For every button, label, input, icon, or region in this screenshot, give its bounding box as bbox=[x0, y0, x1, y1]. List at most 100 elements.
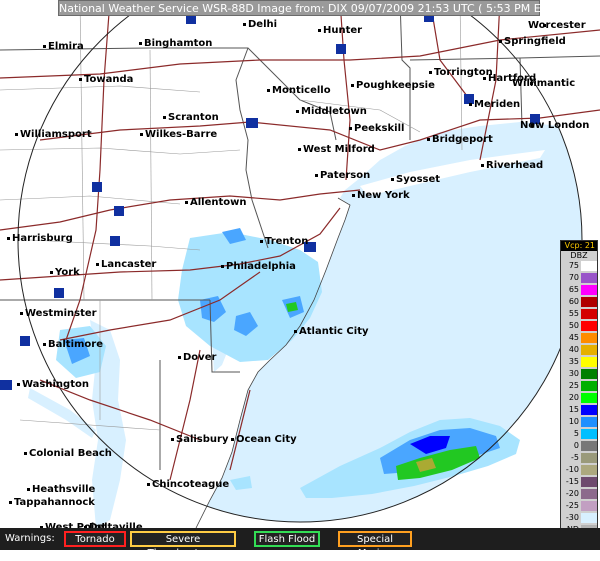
city-marker bbox=[427, 138, 430, 141]
warning-severe-thunderstorm-button[interactable]: Severe Thunderstorm bbox=[130, 531, 236, 559]
legend-level: -25 bbox=[561, 501, 597, 511]
city-label: Baltimore bbox=[48, 339, 104, 350]
legend-level-label: 50 bbox=[568, 321, 579, 330]
city-label: Towanda bbox=[84, 74, 134, 85]
legend-level-swatch bbox=[581, 489, 597, 499]
legend-level-swatch bbox=[581, 285, 597, 295]
city-marker bbox=[79, 78, 82, 81]
city-marker bbox=[50, 271, 53, 274]
legend-level-label: 20 bbox=[568, 393, 579, 402]
legend-level-swatch bbox=[581, 309, 597, 319]
warning-special-marine-button[interactable]: Special Marine bbox=[338, 531, 412, 559]
legend-level-label: 5 bbox=[573, 429, 579, 438]
city-label: Scranton bbox=[168, 112, 219, 123]
legend-level-label: -10 bbox=[565, 465, 579, 474]
city-marker bbox=[17, 383, 20, 386]
legend-level-swatch bbox=[581, 513, 597, 523]
legend-level-swatch bbox=[581, 405, 597, 415]
city-marker bbox=[315, 174, 318, 177]
city-marker bbox=[231, 438, 234, 441]
city-marker bbox=[483, 77, 486, 80]
page-title: National Weather Service WSR-88D Image f… bbox=[58, 0, 561, 16]
city-marker bbox=[96, 263, 99, 266]
city-label: Meriden bbox=[474, 99, 521, 110]
city-marker bbox=[43, 45, 46, 48]
legend-level-label: 30 bbox=[568, 369, 579, 378]
city-label: Allentown bbox=[190, 197, 247, 208]
city-marker bbox=[294, 330, 297, 333]
city-label: Hunter bbox=[323, 25, 363, 36]
legend-level: 45 bbox=[561, 333, 597, 343]
legend-level-label: -25 bbox=[565, 501, 579, 510]
legend-level-label: 35 bbox=[568, 357, 579, 366]
legend-level-label: -30 bbox=[565, 513, 579, 522]
legend-level-label: -20 bbox=[565, 489, 579, 498]
city-marker bbox=[391, 178, 394, 181]
city-label: Atlantic City bbox=[299, 326, 369, 337]
legend-level: 5 bbox=[561, 429, 597, 439]
city-label: Tappahannock bbox=[14, 497, 95, 508]
city-label: Delhi bbox=[248, 19, 278, 30]
legend-level: -15 bbox=[561, 477, 597, 487]
legend-level-label: 10 bbox=[568, 417, 579, 426]
legend-level: 55 bbox=[561, 309, 597, 319]
city-label: Lancaster bbox=[101, 259, 157, 270]
city-label: York bbox=[55, 267, 80, 278]
legend-level-swatch bbox=[581, 381, 597, 391]
legend-level-label: 15 bbox=[568, 405, 579, 414]
city-label: Trenton bbox=[265, 236, 309, 247]
legend-level-label: 40 bbox=[568, 345, 579, 354]
radar-map[interactable]: Delhi Hunter Worcester Elmira Binghamton Spri… bbox=[0, 0, 600, 528]
city-marker bbox=[7, 237, 10, 240]
legend-level-swatch bbox=[581, 357, 597, 367]
legend-level-swatch bbox=[581, 417, 597, 427]
city-marker bbox=[24, 452, 27, 455]
legend-level: 10 bbox=[561, 417, 597, 427]
warning-flash-flood-button[interactable]: Flash Flood bbox=[254, 531, 320, 547]
legend-level: 60 bbox=[561, 297, 597, 307]
legend-level-swatch bbox=[581, 321, 597, 331]
legend-level-label: -15 bbox=[565, 477, 579, 486]
legend-level-label: 0 bbox=[573, 441, 579, 450]
legend-level-swatch bbox=[581, 393, 597, 403]
legend-level: 65 bbox=[561, 285, 597, 295]
legend-level-label: 75 bbox=[568, 261, 579, 270]
city-label: Springfield bbox=[504, 36, 566, 47]
legend-level-label: 45 bbox=[568, 333, 579, 342]
legend-level: -5 bbox=[561, 453, 597, 463]
city-marker bbox=[349, 127, 352, 130]
city-marker bbox=[469, 103, 472, 106]
city-label: New York bbox=[357, 190, 410, 201]
legend-level-label: 60 bbox=[568, 297, 579, 306]
city-marker bbox=[147, 483, 150, 486]
legend-level-swatch bbox=[581, 429, 597, 439]
city-marker bbox=[267, 89, 270, 92]
city-marker bbox=[27, 488, 30, 491]
legend-level-label: 70 bbox=[568, 273, 579, 282]
legend-level: 35 bbox=[561, 357, 597, 367]
city-label: Philadelphia bbox=[226, 261, 296, 272]
city-marker bbox=[171, 438, 174, 441]
legend-level-swatch bbox=[581, 345, 597, 355]
legend-level-swatch bbox=[581, 441, 597, 451]
legend-level: 15 bbox=[561, 405, 597, 415]
city-label: Ocean City bbox=[236, 434, 297, 445]
city-label: Monticello bbox=[272, 85, 331, 96]
legend-level-label: -5 bbox=[571, 453, 579, 462]
city-marker bbox=[163, 116, 166, 119]
legend-level-swatch bbox=[581, 333, 597, 343]
city-marker bbox=[9, 501, 12, 504]
city-marker bbox=[352, 194, 355, 197]
warning-tornado-button[interactable]: Tornado bbox=[64, 531, 126, 547]
legend-unit: DBZ bbox=[570, 251, 588, 260]
city-marker bbox=[221, 265, 224, 268]
legend-vcp: Vcp: 21 bbox=[561, 241, 597, 251]
legend-level-swatch bbox=[581, 297, 597, 307]
city-label: Washington bbox=[22, 379, 89, 390]
legend-level-swatch bbox=[581, 477, 597, 487]
legend-level-swatch bbox=[581, 465, 597, 475]
city-label: Peekskill bbox=[354, 123, 405, 134]
city-marker bbox=[185, 201, 188, 204]
warnings-bar: Warnings: Tornado Severe Thunderstorm Fl… bbox=[0, 528, 600, 559]
city-marker bbox=[43, 343, 46, 346]
